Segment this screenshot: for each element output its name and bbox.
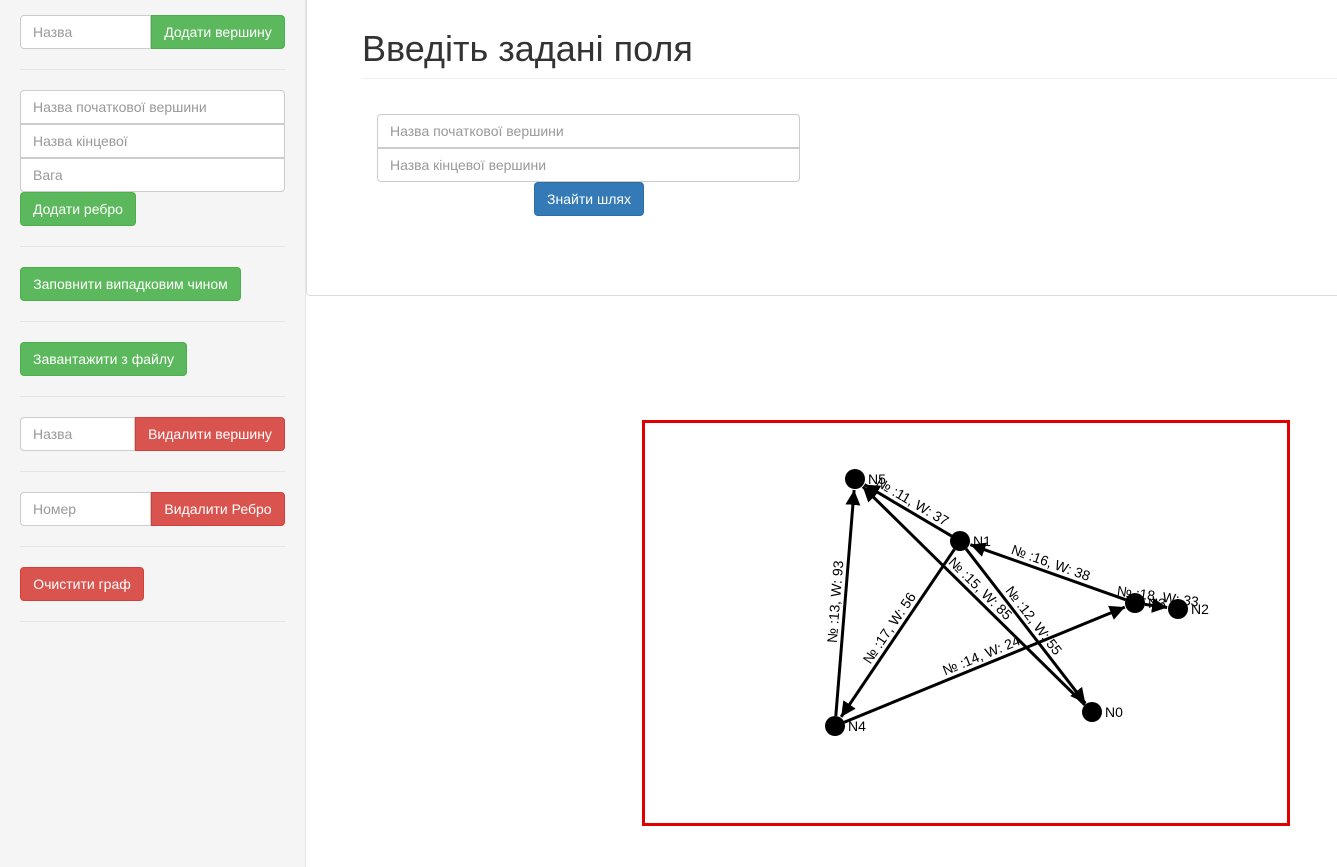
graph-edge-label: № :17, W: 56 [860,589,920,666]
page-title: Введіть задані поля [362,28,693,69]
graph-node-N0[interactable] [1082,702,1102,722]
load-file-button[interactable]: Завантажити з файлу [20,342,187,376]
delete-edge-button[interactable]: Видалити Ребро [151,492,285,526]
divider [20,546,285,547]
graph-node-label: N4 [848,718,866,734]
divider [20,321,285,322]
graph-node-label: N0 [1105,704,1123,720]
clear-graph-button[interactable]: Очистити граф [20,567,144,601]
delete-vertex-name-input[interactable] [20,417,135,451]
graph-edge-N0-N5 [861,485,1086,707]
add-edge-start-input[interactable] [20,90,285,124]
load-file-row: Завантажити з файлу [20,342,187,376]
delete-vertex-group: Видалити вершину [20,417,285,451]
add-edge-weight-input[interactable] [20,158,285,192]
find-path-button[interactable]: Знайти шлях [534,182,644,216]
graph-node-label: N5 [868,471,886,487]
graph-canvas: № :11, W: 37 № :12, W: 55 № :13, W: 93 № :1… [642,420,1290,826]
add-edge-end-row [20,124,285,158]
add-vertex-name-input[interactable] [20,15,151,49]
graph-edge-label: № :15, W: 85 [945,554,1015,623]
add-vertex-button[interactable]: Додати вершину [151,15,285,49]
graph-node-N3[interactable] [1125,593,1145,613]
graph-node-N2[interactable] [1168,599,1188,619]
graph-node-label: N2 [1191,601,1209,617]
random-fill-button[interactable]: Заповнити випадковим чином [20,267,241,301]
clear-row: Очистити граф [20,567,144,601]
delete-edge-group: Видалити Ребро [20,492,285,526]
divider [20,246,285,247]
graph-node-N1[interactable] [950,531,970,551]
random-fill-row: Заповнити випадковим чином [20,267,241,301]
graph-node-label: N3 [1148,595,1166,611]
title-divider [362,78,1337,79]
graph-node-N4[interactable] [825,716,845,736]
add-vertex-group: Додати вершину [20,15,285,49]
divider [20,69,285,70]
divider [20,471,285,472]
add-edge-start-row [20,90,285,124]
graph-node-label: N1 [973,533,991,549]
delete-vertex-button[interactable]: Видалити вершину [135,417,285,451]
graph-svg: № :11, W: 37№ :12, W: 55№ :13, W: 93№ :1… [824,469,1209,736]
divider [20,621,285,622]
add-edge-end-input[interactable] [20,124,285,158]
delete-edge-number-input[interactable] [20,492,151,526]
add-edge-weight-row [20,158,285,192]
graph-edge-N1-N4 [839,548,956,718]
path-end-input[interactable] [377,148,800,182]
sidebar: Додати вершину Додати ребро Заповнити ви… [0,0,306,867]
graph-node-N5[interactable] [845,469,865,489]
add-edge-button-row: Додати ребро [20,192,136,226]
add-edge-button[interactable]: Додати ребро [20,192,136,226]
path-start-input[interactable] [377,114,800,148]
divider [20,396,285,397]
